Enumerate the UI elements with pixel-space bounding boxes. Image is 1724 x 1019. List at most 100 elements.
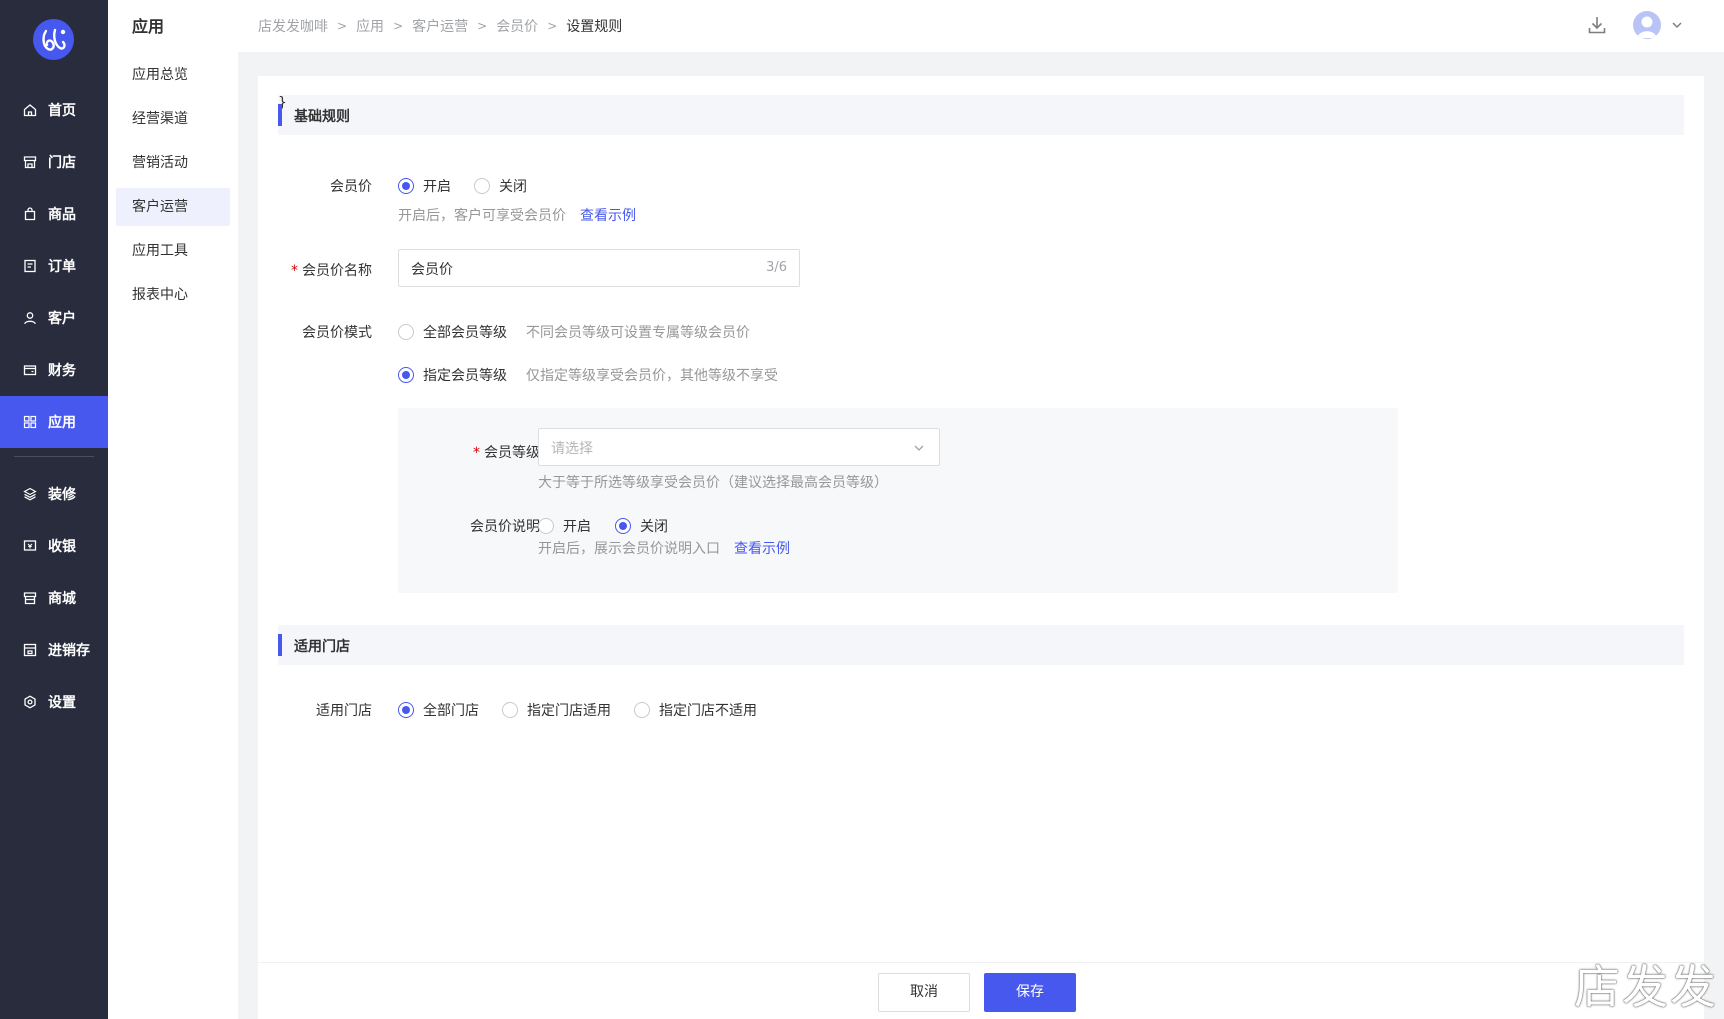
avatar[interactable] — [1633, 11, 1661, 39]
section-header-stores: 适用门店 — [278, 625, 1684, 665]
subnav-item-tools[interactable]: 应用工具 — [116, 232, 230, 270]
breadcrumb-item[interactable]: 应用 — [356, 16, 384, 36]
view-example-link[interactable]: 查看示例 — [734, 541, 790, 557]
nav-item-customers[interactable]: 客户 — [0, 292, 108, 344]
watermark: 店发发 — [1574, 960, 1718, 1014]
radio-dot — [615, 518, 631, 534]
breadcrumb-separator-icon: > — [547, 19, 558, 33]
nav-item-store[interactable]: 门店 — [0, 136, 108, 188]
radio-label: 开启 — [423, 179, 451, 195]
breadcrumb-item[interactable]: 客户运营 — [412, 16, 468, 36]
apps-icon — [22, 414, 38, 430]
mode-all-hint: 不同会员等级可设置专属等级会员价 — [526, 325, 750, 341]
inventory-icon — [22, 642, 38, 658]
nav-item-cashier[interactable]: 收银 — [0, 520, 108, 572]
nav-label: 设置 — [48, 695, 76, 711]
radio-dot — [398, 367, 414, 383]
radio-label: 开启 — [563, 519, 591, 535]
bag-icon — [22, 206, 38, 222]
subnav-item-channels[interactable]: 经营渠道 — [116, 100, 230, 138]
chevron-down-icon — [914, 445, 924, 451]
radio-dot — [398, 324, 414, 340]
nav-label: 订单 — [48, 259, 76, 275]
desc-on-radio[interactable]: 开启 — [538, 516, 591, 536]
radio-dot — [398, 702, 414, 718]
nav-item-goods[interactable]: 商品 — [0, 188, 108, 240]
section-title: 基础规则 — [294, 109, 350, 125]
download-icon[interactable] — [1586, 14, 1608, 36]
chevron-down-icon[interactable] — [1670, 18, 1684, 32]
desc-off-radio[interactable]: 关闭 — [615, 516, 668, 536]
radio-label: 全部会员等级 — [423, 325, 507, 341]
radio-dot — [474, 178, 490, 194]
specific-level-panel: * 会员等级 请选择 大于等于所选等级享受会员价（建议选择最高会员等级） 会员价说… — [398, 408, 1398, 593]
nav-item-inventory[interactable]: 进销存 — [0, 624, 108, 676]
view-example-link[interactable]: 查看示例 — [580, 208, 636, 224]
subnav-item-marketing[interactable]: 营销活动 — [116, 144, 230, 182]
member-level-label: * 会员等级 — [473, 442, 540, 462]
store-icon — [22, 154, 38, 170]
nav-label: 商城 — [48, 591, 76, 607]
member-level-select[interactable]: 请选择 — [538, 428, 940, 466]
nav-item-mall[interactable]: 商城 — [0, 572, 108, 624]
input-value: 会员价 — [411, 262, 453, 278]
cancel-button[interactable]: 取消 — [878, 973, 970, 1012]
breadcrumb-item[interactable]: 会员价 — [496, 16, 538, 36]
breadcrumb-item[interactable]: 店发发咖啡 — [258, 16, 328, 36]
required-mark: * — [291, 263, 298, 279]
mode-specific-hint: 仅指定等级享受会员价，其他等级不享受 — [526, 368, 778, 384]
member-price-off-radio[interactable]: 关闭 — [474, 176, 527, 196]
radio-dot — [634, 702, 650, 718]
nav-label: 应用 — [48, 415, 76, 431]
nav-label: 门店 — [48, 155, 76, 171]
stores-excluded-radio[interactable]: 指定门店不适用 — [634, 700, 757, 720]
stores-all-radio[interactable]: 全部门店 — [398, 700, 479, 720]
member-price-desc-label: 会员价说明 — [470, 519, 540, 535]
cashier-icon — [22, 538, 38, 554]
nav-item-home[interactable]: 首页 — [0, 84, 108, 136]
home-icon — [22, 102, 38, 118]
subnav-item-overview[interactable]: 应用总览 — [116, 56, 230, 94]
radio-label: 指定门店适用 — [527, 703, 611, 719]
nav-label: 收银 — [48, 539, 76, 555]
section-title: 适用门店 — [294, 639, 350, 655]
layers-icon — [22, 486, 38, 502]
nav-item-finance[interactable]: 财务 — [0, 344, 108, 396]
nav-item-apps[interactable]: 应用 — [0, 396, 108, 448]
nav-label: 装修 — [48, 487, 76, 503]
member-price-name-input[interactable]: 会员价 3/6 — [398, 249, 800, 287]
radio-label: 关闭 — [640, 519, 668, 535]
app-logo[interactable] — [33, 19, 74, 60]
nav-divider — [14, 456, 94, 457]
order-icon — [22, 258, 38, 274]
nav-label: 首页 — [48, 103, 76, 119]
breadcrumb: 店发发咖啡 > 应用 > 客户运营 > 会员价 > 设置规则 — [258, 16, 622, 36]
nav-label: 商品 — [48, 207, 76, 223]
nav-item-decoration[interactable]: 装修 — [0, 468, 108, 520]
shop-icon — [22, 590, 38, 606]
wallet-icon — [22, 362, 38, 378]
section-accent-bar — [278, 634, 282, 656]
required-mark: * — [473, 445, 480, 461]
save-button[interactable]: 保存 — [984, 973, 1076, 1012]
hint-text: 开启后，展示会员价说明入口 — [538, 541, 720, 557]
label-text: 会员价名称 — [302, 263, 372, 279]
nav-item-settings[interactable]: 设置 — [0, 676, 108, 728]
subnav-item-reports[interactable]: 报表中心 — [116, 276, 230, 314]
desc-hint: 开启后，展示会员价说明入口 查看示例 — [538, 538, 790, 558]
radio-dot — [502, 702, 518, 718]
nav-item-orders[interactable]: 订单 — [0, 240, 108, 292]
subnav-item-customer-ops[interactable]: 客户运营 — [116, 188, 230, 226]
mode-all-levels-radio[interactable]: 全部会员等级 — [398, 322, 507, 342]
hint-text: 开启后，客户可享受会员价 — [398, 208, 566, 224]
breadcrumb-separator-icon: > — [477, 19, 488, 33]
member-price-on-radio[interactable]: 开启 — [398, 176, 451, 196]
member-price-label: 会员价 — [330, 179, 372, 195]
mode-specific-levels-radio[interactable]: 指定会员等级 — [398, 365, 507, 385]
radio-dot — [538, 518, 554, 534]
main-nav: 首页 门店 商品 订单 客户 财务 应用 装修 收银 商城 进销存 设置 — [0, 0, 108, 1019]
radio-label: 关闭 — [499, 179, 527, 195]
content-card: 基础规则 } 会员价 开启 关闭 开启后，客户可享受会员价 查看示例 * 会员价名称… — [258, 76, 1704, 1019]
stores-specific-radio[interactable]: 指定门店适用 — [502, 700, 611, 720]
breadcrumb-separator-icon: > — [337, 19, 348, 33]
